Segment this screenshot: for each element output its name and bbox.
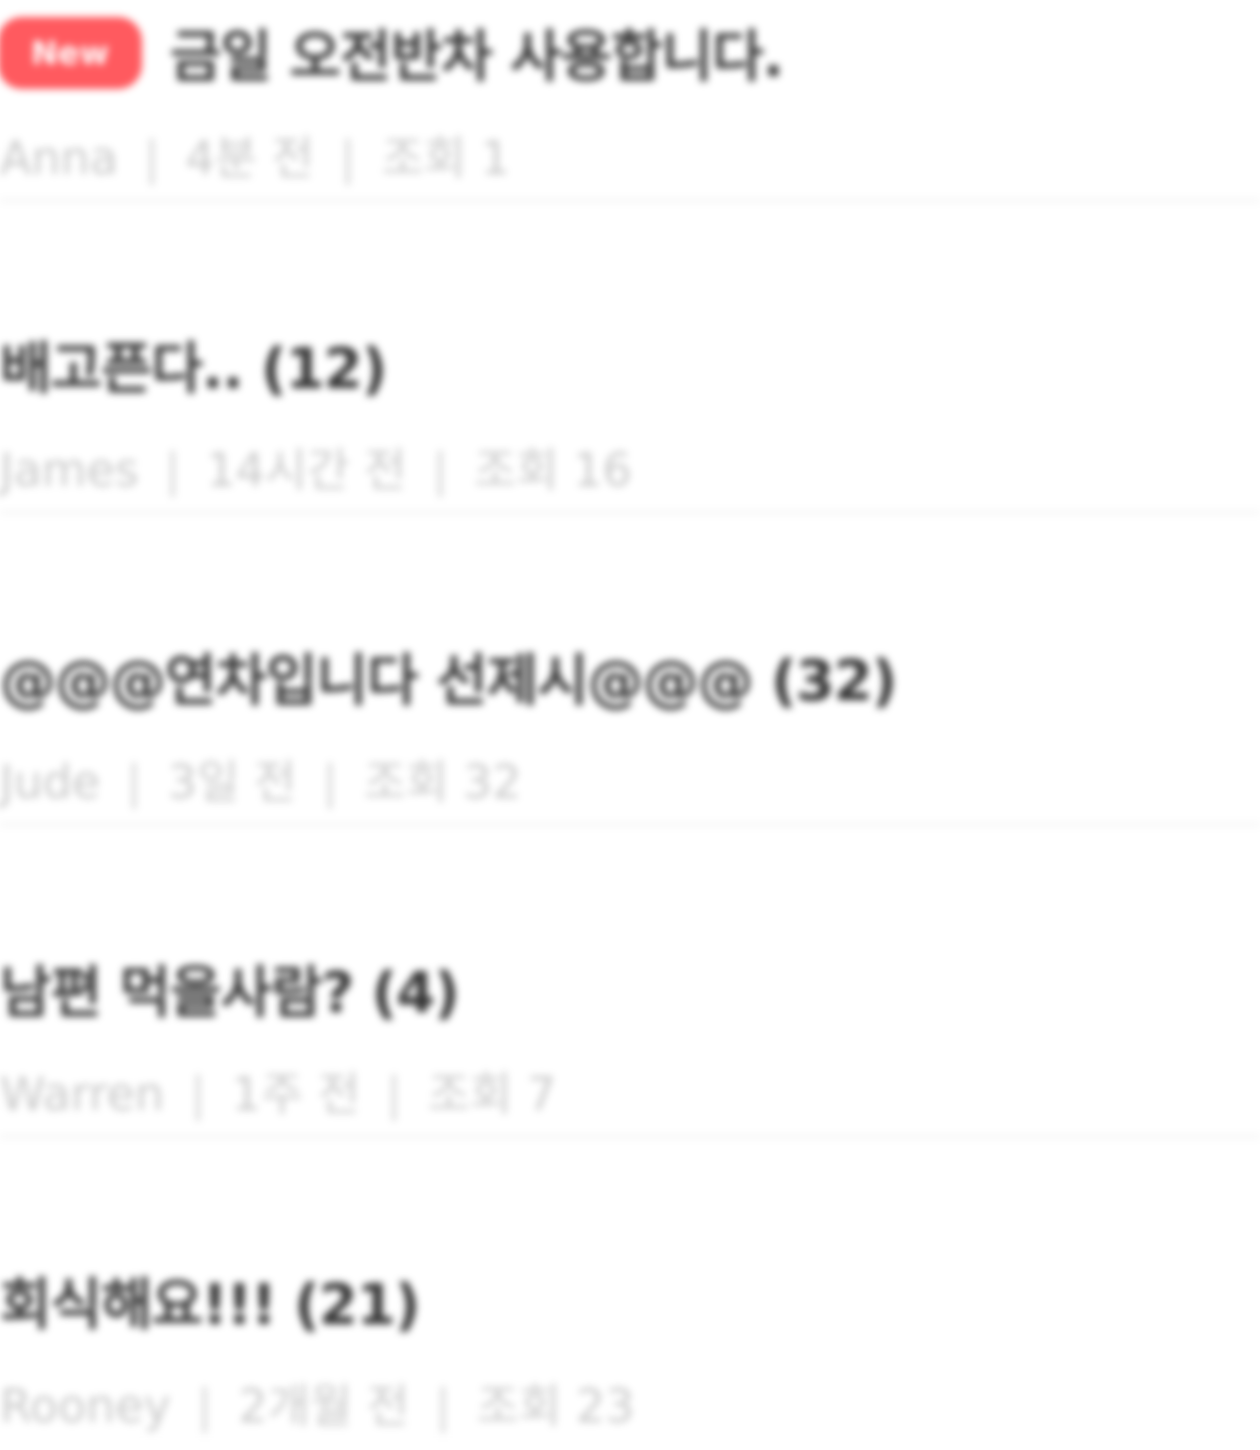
post-author: Jude — [0, 755, 101, 809]
new-badge: New — [0, 16, 142, 89]
meta-separator: | — [432, 443, 448, 497]
post-meta: James | 14시간 전 | 조회 16 — [0, 434, 632, 500]
meta-separator: | — [322, 755, 338, 809]
post-list: New 금일 오전반차 사용합니다. Anna | 4분 전 | 조회 1 배고픈다..… — [0, 0, 1260, 1444]
post-views: 조회 23 — [476, 1379, 635, 1433]
post-views: 조회 1 — [381, 131, 511, 185]
post-views: 조회 32 — [363, 755, 522, 809]
list-item[interactable]: @@@연차입니다 선제시@@@ (32) Jude | 3일 전 | 조회 32 — [0, 514, 1260, 826]
post-author: Warren — [0, 1067, 165, 1121]
post-title-row: 남편 먹을사람? (4) — [0, 948, 460, 1029]
post-title[interactable]: 금일 오전반차 사용합니다. — [170, 12, 784, 93]
post-author: Rooney — [0, 1379, 171, 1433]
meta-separator: | — [143, 131, 160, 185]
post-title[interactable]: 회식해요!!! (21) — [0, 1260, 420, 1341]
list-item[interactable]: 남편 먹을사람? (4) Warren | 1주 전 | 조회 7 — [0, 826, 1260, 1138]
post-time: 1주 전 — [231, 1067, 361, 1121]
meta-separator: | — [126, 755, 142, 809]
post-title[interactable]: 남편 먹을사람? (4) — [0, 948, 460, 1029]
post-title[interactable]: @@@연차입니다 선제시@@@ (32) — [0, 636, 897, 717]
meta-separator: | — [196, 1379, 213, 1433]
meta-separator: | — [386, 1067, 402, 1121]
list-item[interactable]: 회식해요!!! (21) Rooney | 2개월 전 | 조회 23 — [0, 1138, 1260, 1450]
post-meta: Anna | 4분 전 | 조회 1 — [0, 122, 510, 188]
meta-separator: | — [164, 443, 181, 497]
post-time: 3일 전 — [167, 755, 297, 809]
post-views: 조회 7 — [427, 1067, 557, 1121]
post-title-row: 회식해요!!! (21) — [0, 1260, 420, 1341]
meta-separator: | — [340, 131, 356, 185]
post-time: 4분 전 — [185, 131, 314, 185]
list-item[interactable]: New 금일 오전반차 사용합니다. Anna | 4분 전 | 조회 1 — [0, 0, 1260, 202]
meta-separator: | — [190, 1067, 206, 1121]
post-meta: Warren | 1주 전 | 조회 7 — [0, 1058, 556, 1124]
post-author: Anna — [0, 131, 118, 185]
post-views: 조회 16 — [473, 443, 632, 497]
post-title-row: @@@연차입니다 선제시@@@ (32) — [0, 636, 897, 717]
post-time: 14시간 전 — [206, 443, 407, 497]
meta-separator: | — [435, 1379, 451, 1433]
post-meta: Rooney | 2개월 전 | 조회 23 — [0, 1370, 635, 1436]
post-author: James — [0, 443, 139, 497]
post-title-row: 배고픈다.. (12) — [0, 324, 387, 405]
post-title[interactable]: 배고픈다.. (12) — [0, 324, 387, 405]
post-time: 2개월 전 — [238, 1379, 410, 1433]
post-meta: Jude | 3일 전 | 조회 32 — [0, 746, 522, 812]
post-title-row: New 금일 오전반차 사용합니다. — [0, 12, 784, 93]
list-item[interactable]: 배고픈다.. (12) James | 14시간 전 | 조회 16 — [0, 202, 1260, 514]
